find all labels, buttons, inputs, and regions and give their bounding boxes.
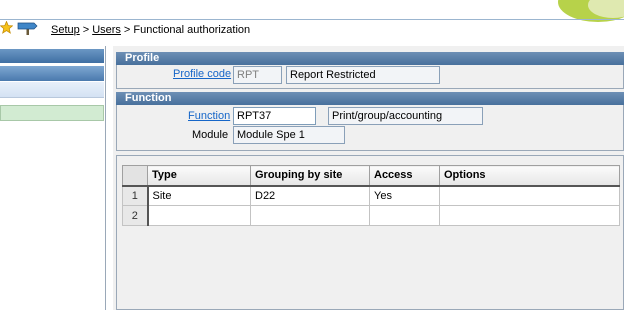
breadcrumb-separator: >: [123, 24, 131, 36]
cell-access[interactable]: Yes: [369, 185, 440, 206]
grid-corner-cell: [122, 165, 148, 187]
column-header-grouping[interactable]: Grouping by site: [250, 165, 370, 187]
profile-section: Profile code RPT Report Restricted: [116, 65, 624, 89]
breadcrumb: Setup > Users > Functional authorization: [51, 24, 250, 36]
cell-options[interactable]: [439, 205, 620, 226]
breadcrumb-setup[interactable]: Setup: [51, 24, 80, 36]
left-panel-selected-row[interactable]: [0, 105, 104, 121]
function-code-input[interactable]: RPT37: [233, 107, 316, 125]
signpost-icon[interactable]: [17, 21, 39, 35]
column-header-options[interactable]: Options: [439, 165, 620, 187]
profile-description-field: Report Restricted: [286, 66, 440, 84]
left-panel: [0, 46, 106, 310]
module-label: Module: [192, 129, 229, 141]
table-row[interactable]: 1 Site D22 Yes: [122, 185, 620, 206]
cell-type[interactable]: [147, 205, 251, 226]
table-row[interactable]: 2: [122, 205, 620, 226]
function-section-header: Function: [116, 92, 624, 105]
left-panel-header: [0, 49, 104, 63]
cell-options[interactable]: [439, 185, 620, 206]
function-label[interactable]: Function: [188, 110, 230, 122]
cell-type[interactable]: Site: [147, 185, 251, 206]
breadcrumb-users[interactable]: Users: [92, 24, 121, 36]
cell-access[interactable]: [369, 205, 440, 226]
row-number[interactable]: 1: [122, 185, 149, 206]
column-header-access[interactable]: Access: [369, 165, 440, 187]
profile-code-label[interactable]: Profile code: [173, 68, 231, 80]
top-divider: [0, 19, 624, 20]
authorization-grid-panel: Type Grouping by site Access Options 1 S…: [116, 155, 624, 310]
profile-section-header: Profile: [116, 52, 624, 65]
function-description-field: Print/group/accounting: [328, 107, 483, 125]
breadcrumb-current: Functional authorization: [133, 24, 251, 36]
module-field: Module Spe 1: [233, 126, 345, 144]
left-panel-toolbar: [0, 65, 104, 98]
left-panel-row[interactable]: [0, 82, 104, 98]
column-header-type[interactable]: Type: [147, 165, 251, 187]
grid-header-row: Type Grouping by site Access Options: [122, 165, 620, 187]
cell-grouping[interactable]: D22: [250, 185, 370, 206]
breadcrumb-separator: >: [82, 24, 90, 36]
profile-code-field[interactable]: RPT: [233, 66, 282, 84]
star-icon[interactable]: [0, 21, 13, 34]
function-section: Function RPT37 Print/group/accounting Mo…: [116, 105, 624, 151]
cell-grouping[interactable]: [250, 205, 370, 226]
row-number[interactable]: 2: [122, 205, 149, 226]
top-bar: Setup > Users > Functional authorization: [0, 0, 624, 38]
authorization-grid: Type Grouping by site Access Options 1 S…: [122, 165, 620, 226]
main-content: Profile Profile code RPT Report Restrict…: [113, 46, 624, 310]
